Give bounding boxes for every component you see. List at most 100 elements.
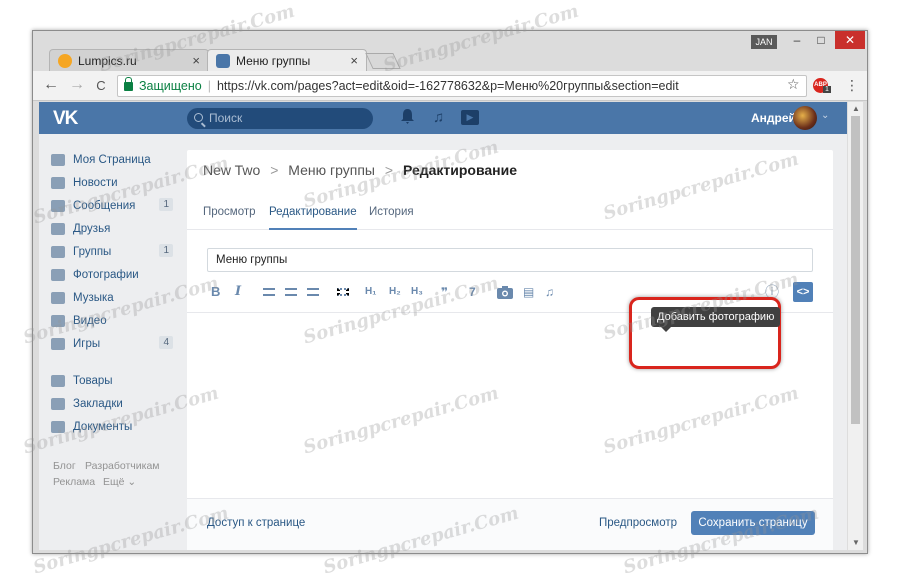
sidebar-item-photos[interactable]: Фотографии <box>51 265 173 285</box>
music-icon[interactable]: ♫ <box>433 109 444 126</box>
bookmark-star-icon[interactable]: ☆ <box>787 76 800 93</box>
sidebar-item-video[interactable]: Видео <box>51 311 173 331</box>
minimize-button[interactable]: – <box>785 33 809 47</box>
tab-title: Lumpics.ru <box>78 53 137 68</box>
page-title-input[interactable]: Меню группы <box>207 248 813 272</box>
vk-header: VK Поиск ♫ ▶ Андрей ⌄ <box>39 102 847 134</box>
games-count-badge: 4 <box>159 336 173 349</box>
add-photo-button[interactable] <box>497 282 515 302</box>
italic-button[interactable]: I <box>235 282 241 302</box>
sidebar-item-documents[interactable]: Документы <box>51 417 173 437</box>
heading-3-button[interactable]: H₃ <box>411 282 423 302</box>
heading-1-button[interactable]: H₁ <box>365 282 376 302</box>
bold-button[interactable]: B <box>211 282 220 302</box>
reload-button[interactable]: C <box>91 78 111 93</box>
vk-favicon-icon <box>216 53 230 68</box>
bullet-list-icon[interactable] <box>337 288 349 296</box>
scrollbar-thumb[interactable] <box>851 116 860 424</box>
page-title: Редактирование <box>402 162 518 178</box>
bell-icon[interactable] <box>401 109 414 128</box>
groups-icon <box>51 246 65 258</box>
browser-window: Lumpics.ru × Меню группы × JAN – □ ✕ ← →… <box>32 30 868 554</box>
preview-link[interactable]: Предпросмотр <box>599 517 677 529</box>
sidebar-item-games[interactable]: Игры 4 <box>51 334 173 354</box>
sidebar-item-label: Видео <box>73 315 107 327</box>
camera-icon <box>497 286 513 299</box>
profile-badge[interactable]: JAN <box>751 35 777 49</box>
messages-icon <box>51 200 65 212</box>
tab-lumpics[interactable]: Lumpics.ru × <box>49 49 209 71</box>
messages-count-badge: 1 <box>159 198 173 211</box>
address-bar[interactable]: Защищено | https://vk.com/pages?act=edit… <box>117 75 807 97</box>
page-access-link[interactable]: Доступ к странице <box>207 517 305 529</box>
friends-icon <box>51 223 65 235</box>
chevron-down-icon[interactable]: ⌄ <box>821 110 829 121</box>
back-button[interactable]: ← <box>41 76 61 94</box>
add-audio-button[interactable]: ♫ <box>545 282 554 302</box>
search-icon <box>194 113 203 122</box>
footer-link-blog[interactable]: Блог <box>53 460 76 472</box>
scroll-up-icon[interactable]: ▲ <box>852 104 860 113</box>
breadcrumb-section[interactable]: Меню группы <box>288 162 375 178</box>
tab-menu-group[interactable]: Меню группы × <box>207 49 367 71</box>
sidebar-item-messages[interactable]: Сообщения 1 <box>51 196 173 216</box>
address-separator: | <box>207 79 211 93</box>
sidebar-item-label: Фотографии <box>73 269 139 281</box>
avatar[interactable] <box>793 106 817 130</box>
sidebar-item-bookmarks[interactable]: Закладки <box>51 394 173 414</box>
tab-history[interactable]: История <box>369 206 414 230</box>
forward-button[interactable]: → <box>67 76 87 94</box>
code-view-button[interactable]: <> <box>793 282 813 302</box>
sidebar-item-my-page[interactable]: Моя Страница <box>51 150 173 170</box>
url-text[interactable]: https://vk.com/pages?act=edit&oid=-16277… <box>217 79 679 93</box>
lumpics-favicon-icon <box>58 53 72 68</box>
breadcrumb-root[interactable]: New Two <box>203 162 260 178</box>
breadcrumb-separator: > <box>384 162 394 178</box>
star-icon <box>51 398 65 410</box>
close-tab-icon[interactable]: × <box>350 53 358 68</box>
maximize-button[interactable]: □ <box>809 33 833 47</box>
close-tab-icon[interactable]: × <box>192 53 200 68</box>
camera-icon <box>51 269 65 281</box>
footer-link-more[interactable]: Ещё ⌄ <box>103 476 136 488</box>
sidebar-item-label: Товары <box>73 375 113 387</box>
tab-preview[interactable]: Просмотр <box>203 206 256 230</box>
sidebar-item-goods[interactable]: Товары <box>51 371 173 391</box>
sidebar-item-label: Закладки <box>73 398 123 410</box>
vk-logo[interactable]: VK <box>53 108 78 130</box>
sidebar-item-label: Друзья <box>73 223 111 235</box>
play-icon[interactable]: ▶ <box>461 110 479 125</box>
scroll-down-icon[interactable]: ▼ <box>852 538 860 547</box>
heading-2-button[interactable]: H₂ <box>389 282 401 302</box>
sidebar-item-music[interactable]: Музыка <box>51 288 173 308</box>
tab-strip: Lumpics.ru × Меню группы × JAN – □ ✕ <box>33 31 867 71</box>
align-right-icon[interactable] <box>307 288 319 296</box>
sidebar-item-label: Группы <box>73 246 112 258</box>
sidebar-item-label: Моя Страница <box>73 154 151 166</box>
adblock-count-badge: 1 <box>823 86 831 93</box>
align-center-icon[interactable] <box>285 288 297 296</box>
save-page-button[interactable]: Сохранить страницу <box>691 511 815 535</box>
close-window-button[interactable]: ✕ <box>835 31 865 49</box>
footer-link-ads[interactable]: Реклама <box>53 476 95 488</box>
sidebar-item-label: Новости <box>73 177 118 189</box>
sidebar-item-friends[interactable]: Друзья <box>51 219 173 239</box>
sidebar-item-label: Музыка <box>73 292 114 304</box>
page-scrollbar[interactable]: ▲ ▼ <box>847 102 863 550</box>
sidebar-item-news[interactable]: Новости <box>51 173 173 193</box>
sidebar-item-groups[interactable]: Группы 1 <box>51 242 173 262</box>
tab-edit[interactable]: Редактирование <box>269 206 357 230</box>
user-name[interactable]: Андрей <box>751 111 796 125</box>
music-icon <box>51 292 65 304</box>
games-icon <box>51 338 65 350</box>
new-tab-button[interactable] <box>365 53 401 69</box>
quote-button[interactable]: ❞ <box>441 282 448 302</box>
link-button[interactable]: 7 <box>469 282 476 302</box>
footer-link-developers[interactable]: Разработчикам <box>85 460 160 472</box>
tab-title: Меню группы <box>236 53 311 68</box>
search-input[interactable]: Поиск <box>187 108 373 129</box>
add-video-button[interactable]: ▤ <box>523 282 534 302</box>
breadcrumb-separator: > <box>270 162 279 178</box>
browser-menu-icon[interactable]: ⋮ <box>845 77 859 94</box>
align-left-icon[interactable] <box>263 288 275 296</box>
